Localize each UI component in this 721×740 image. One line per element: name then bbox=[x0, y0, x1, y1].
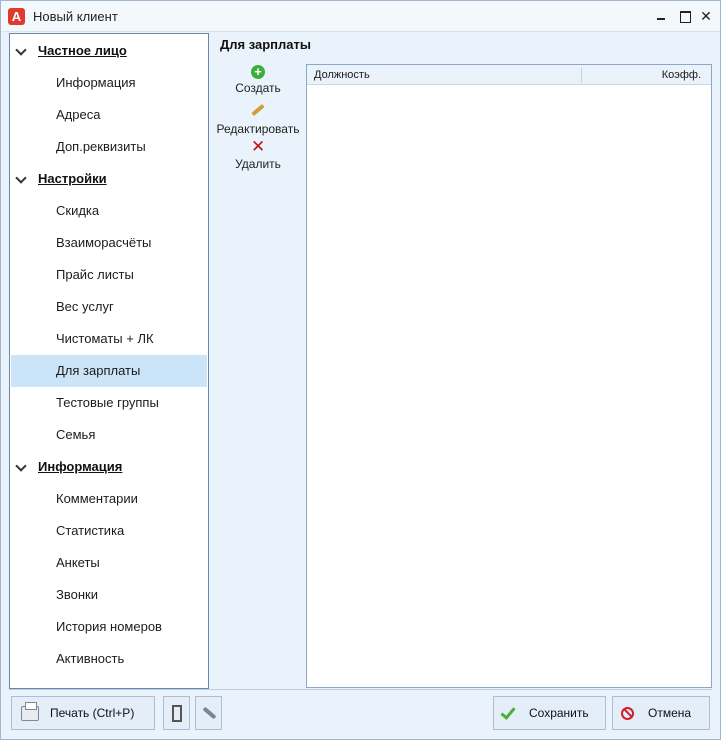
sidebar-item-test-groups[interactable]: Тестовые группы bbox=[11, 387, 207, 419]
sidebar-item-questionnaires[interactable]: Анкеты bbox=[11, 547, 207, 579]
column-header-coefficient[interactable]: Коэфф. bbox=[662, 65, 701, 85]
sidebar-item-activity[interactable]: Активность bbox=[11, 643, 207, 675]
no-entry-icon bbox=[621, 707, 634, 720]
minimize-button[interactable] bbox=[653, 8, 669, 24]
chevron-down-icon bbox=[15, 44, 27, 56]
frame-icon bbox=[172, 705, 182, 722]
edit-button[interactable]: Редактировать bbox=[215, 103, 301, 136]
sidebar-item-family[interactable]: Семья bbox=[11, 419, 207, 451]
print-label: Печать (Ctrl+P) bbox=[50, 706, 135, 720]
nav-group-settings[interactable]: Настройки bbox=[11, 163, 207, 195]
sidebar-item-statistics[interactable]: Статистика bbox=[11, 515, 207, 547]
nav-group-private[interactable]: Частное лицо bbox=[11, 35, 207, 67]
checkmark-icon bbox=[500, 704, 516, 720]
save-label: Сохранить bbox=[529, 706, 589, 720]
sidebar-item-cleaning-mats[interactable]: Чистоматы + ЛК bbox=[11, 323, 207, 355]
grid-header: Должность Коэфф. bbox=[307, 65, 711, 85]
cancel-button[interactable]: Отмена bbox=[612, 696, 710, 730]
sidebar-item-addresses[interactable]: Адреса bbox=[11, 99, 207, 131]
pencil-icon bbox=[250, 103, 266, 117]
footer-divider bbox=[9, 689, 712, 690]
maximize-button[interactable] bbox=[677, 8, 693, 24]
plus-circle-icon: + bbox=[251, 65, 265, 79]
sidebar-nav: Частное лицо Информация Адреса Доп.рекви… bbox=[9, 33, 209, 689]
x-icon: ✕ bbox=[251, 137, 266, 156]
create-label: Создать bbox=[235, 81, 281, 95]
sidebar-item-number-history[interactable]: История номеров bbox=[11, 611, 207, 643]
delete-label: Удалить bbox=[235, 157, 281, 171]
wrench-icon bbox=[202, 706, 217, 720]
app-logo-icon: A bbox=[8, 8, 25, 25]
frame-button[interactable] bbox=[163, 696, 190, 730]
page-title: Для зарплаты bbox=[220, 37, 311, 52]
cancel-label: Отмена bbox=[648, 706, 692, 720]
sidebar-item-info[interactable]: Информация bbox=[11, 67, 207, 99]
window-title: Новый клиент bbox=[33, 9, 118, 24]
sidebar-item-settlements[interactable]: Взаиморасчёты bbox=[11, 227, 207, 259]
close-button[interactable]: ✕ bbox=[698, 8, 714, 24]
chevron-down-icon bbox=[15, 460, 27, 472]
create-button[interactable]: + Создать bbox=[215, 65, 301, 96]
sidebar-item-service-weight[interactable]: Вес услуг bbox=[11, 291, 207, 323]
salary-grid[interactable]: Должность Коэфф. bbox=[306, 64, 712, 688]
chevron-down-icon bbox=[15, 172, 27, 184]
sidebar-item-price-lists[interactable]: Прайс листы bbox=[11, 259, 207, 291]
client-window: A Новый клиент ✕ Частное лицо Информация… bbox=[0, 0, 721, 740]
print-button[interactable]: Печать (Ctrl+P) bbox=[11, 696, 155, 730]
sidebar-item-discount[interactable]: Скидка bbox=[11, 195, 207, 227]
sidebar-item-comments[interactable]: Комментарии bbox=[11, 483, 207, 515]
edit-label: Редактировать bbox=[216, 122, 300, 136]
sidebar-item-extra-requisites[interactable]: Доп.реквизиты bbox=[11, 131, 207, 163]
save-button[interactable]: Сохранить bbox=[493, 696, 606, 730]
sidebar-item-calls[interactable]: Звонки bbox=[11, 579, 207, 611]
delete-button[interactable]: ✕ Удалить bbox=[215, 137, 301, 171]
printer-icon bbox=[21, 702, 39, 721]
column-divider[interactable] bbox=[581, 67, 582, 83]
column-header-position[interactable]: Должность bbox=[314, 65, 370, 85]
title-bar: A Новый клиент ✕ bbox=[1, 1, 720, 32]
sidebar-item-for-salary[interactable]: Для зарплаты bbox=[11, 355, 207, 387]
tools-button[interactable] bbox=[195, 696, 222, 730]
nav-group-information[interactable]: Информация bbox=[11, 451, 207, 483]
